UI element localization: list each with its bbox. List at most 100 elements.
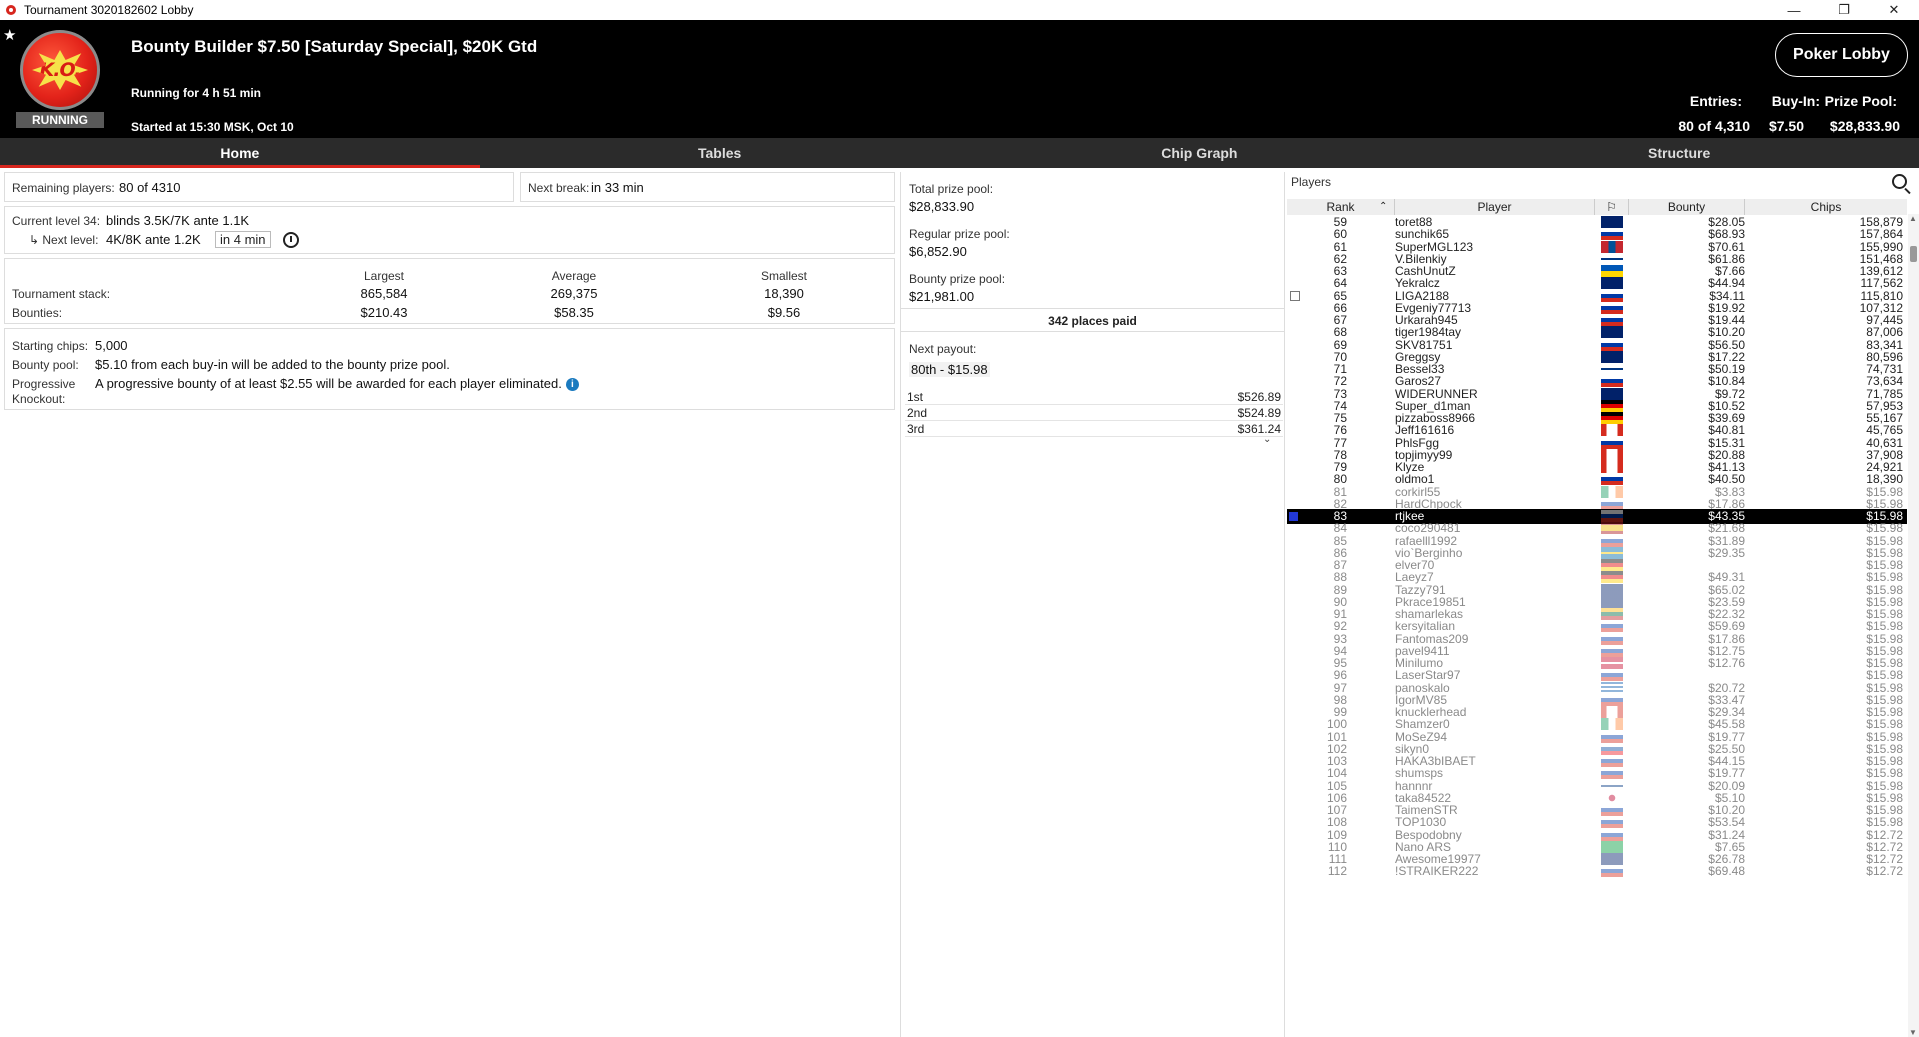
col-rank[interactable]: Rank ⌃: [1287, 199, 1395, 215]
country-flag-icon: [1601, 314, 1623, 326]
players-title: Players: [1291, 175, 1332, 189]
payout-amount: $526.89: [1237, 390, 1281, 404]
country-flag-icon: [1601, 608, 1623, 620]
close-button[interactable]: ✕: [1869, 0, 1919, 20]
next-level-value: 4K/8K ante 1.2K: [106, 232, 201, 247]
country-flag-icon: [1601, 681, 1623, 694]
scrollbar-thumb[interactable]: [1910, 246, 1917, 262]
tab-chip-graph[interactable]: Chip Graph: [960, 138, 1440, 168]
payout-row: 3rd $361.24: [905, 422, 1283, 437]
bounty-average: $58.35: [554, 305, 594, 320]
bounty-prize-label: Bounty prize pool:: [909, 272, 1006, 286]
country-flag-icon: [1601, 448, 1623, 461]
col-chips[interactable]: Chips: [1745, 199, 1907, 215]
country-flag-icon: [1601, 228, 1623, 241]
buyin-value: $7.50: [1768, 118, 1804, 134]
country-flag-icon: [1601, 534, 1623, 547]
entries-value: 80 of 4,310: [1678, 118, 1750, 134]
player-name: !STRAIKER222: [1395, 864, 1479, 879]
smallest-header: Smallest: [760, 269, 807, 283]
scroll-down-icon[interactable]: ▼: [1909, 1028, 1917, 1037]
next-payout-label: Next payout:: [909, 342, 977, 356]
country-flag-icon: [1601, 289, 1623, 302]
minimize-button[interactable]: —: [1769, 0, 1819, 20]
next-level-time: in 4 min: [215, 231, 271, 248]
country-flag-icon: [1601, 473, 1623, 486]
country-flag-icon: [1601, 363, 1623, 375]
country-flag-icon: [1601, 338, 1623, 351]
status-badge: RUNNING: [16, 112, 104, 128]
bounty-largest: $210.43: [360, 305, 408, 320]
largest-header: Largest: [363, 269, 405, 283]
col-player[interactable]: Player: [1395, 199, 1595, 215]
bounty-smallest: $9.56: [767, 305, 801, 320]
country-flag-icon: [1601, 693, 1623, 706]
payout-row: 1st $526.89: [905, 390, 1283, 405]
stack-stats-box: Largest Average Smallest Tournament stac…: [4, 258, 895, 324]
country-flag-icon: [1601, 755, 1623, 767]
country-flag-icon: [1601, 571, 1623, 584]
level-box: Current level 34: blinds 3.5K/7K ante 1.…: [4, 206, 895, 254]
country-flag-icon: [1601, 791, 1623, 804]
burst-icon: K.O.: [32, 50, 88, 90]
tournament-header: ★ K.O. RUNNING Bounty Builder $7.50 [Sat…: [0, 20, 1919, 138]
country-flag-icon: [1601, 240, 1623, 253]
window-title: Tournament 3020182602 Lobby: [24, 3, 194, 17]
restore-button[interactable]: ❐: [1819, 0, 1869, 20]
country-flag-icon: [1601, 828, 1623, 841]
starting-chips-label: Starting chips:: [12, 339, 89, 353]
pko-row: A progressive bounty of at least $2.55 w…: [95, 376, 579, 392]
col-flag[interactable]: ⚐: [1595, 199, 1629, 215]
running-duration: Running for 4 h 51 min: [131, 86, 262, 100]
poker-lobby-button[interactable]: Poker Lobby: [1775, 33, 1908, 77]
payout-amount: $361.24: [1237, 422, 1281, 436]
country-flag-icon: [1601, 497, 1623, 510]
country-flag-icon: [1601, 412, 1623, 424]
starting-chips-value: 5,000: [95, 338, 128, 353]
country-flag-icon: [1601, 375, 1623, 388]
country-flag-icon: [1601, 583, 1623, 596]
country-flag-icon: [1601, 461, 1623, 473]
country-flag-icon: [1601, 252, 1623, 265]
country-flag-icon: [1601, 559, 1623, 571]
info-icon[interactable]: i: [565, 378, 579, 392]
search-icon[interactable]: [1892, 174, 1907, 189]
country-flag-icon: [1601, 595, 1623, 608]
player-chips: $12.72: [1866, 864, 1903, 879]
country-flag-icon: [1601, 865, 1623, 878]
remaining-players-box: Remaining players: 80 of 4310: [4, 172, 514, 202]
tab-structure[interactable]: Structure: [1439, 138, 1919, 168]
stack-largest: 865,584: [360, 286, 408, 301]
players-scrollbar[interactable]: ▲ ▼: [1908, 214, 1919, 1037]
expand-payouts-chevron-icon[interactable]: ⌄: [1263, 434, 1271, 445]
country-flag-icon: [1601, 730, 1623, 743]
country-flag-icon: [1601, 522, 1623, 535]
tournament-info-box: Starting chips: 5,000 Bounty pool: $5.10…: [4, 328, 895, 410]
logo-text: K.O.: [39, 59, 82, 81]
regular-prize-value: $6,852.90: [909, 244, 967, 259]
tab-tables[interactable]: Tables: [480, 138, 960, 168]
knockout-logo: K.O.: [20, 30, 100, 110]
bounty-prize-value: $21,981.00: [909, 289, 975, 304]
pokerstars-app-icon: [6, 4, 18, 16]
tab-bar: Home Tables Chip Graph Structure: [0, 138, 1919, 168]
next-break-value: in 33 min: [591, 180, 644, 195]
tab-home[interactable]: Home: [0, 138, 480, 168]
scroll-up-icon[interactable]: ▲: [1909, 214, 1917, 223]
total-prize-label: Total prize pool:: [909, 182, 994, 196]
favorite-star-icon[interactable]: ★: [3, 26, 16, 44]
title-bar: Tournament 3020182602 Lobby — ❐ ✕: [0, 0, 1919, 20]
payout-row: 2nd $524.89: [905, 406, 1283, 421]
country-flag-icon: [1601, 326, 1623, 339]
country-flag-icon: [1601, 853, 1623, 865]
country-flag-icon: [1601, 632, 1623, 645]
col-bounty[interactable]: Bounty: [1629, 199, 1745, 215]
pko-label: Progressive Knockout:: [12, 377, 76, 406]
country-flag-icon: [1601, 767, 1623, 780]
country-flag-icon: [1601, 436, 1623, 449]
next-break-box: Next break: in 33 min: [520, 172, 895, 202]
country-flag-icon: [1601, 387, 1623, 400]
players-panel: Players Rank ⌃ Player ⚐ Bounty Chips 59 t…: [1287, 172, 1919, 1037]
table-row[interactable]: 112 !STRAIKER222 $69.48 $12.72: [1287, 864, 1907, 879]
places-paid: 342 places paid: [901, 308, 1284, 332]
